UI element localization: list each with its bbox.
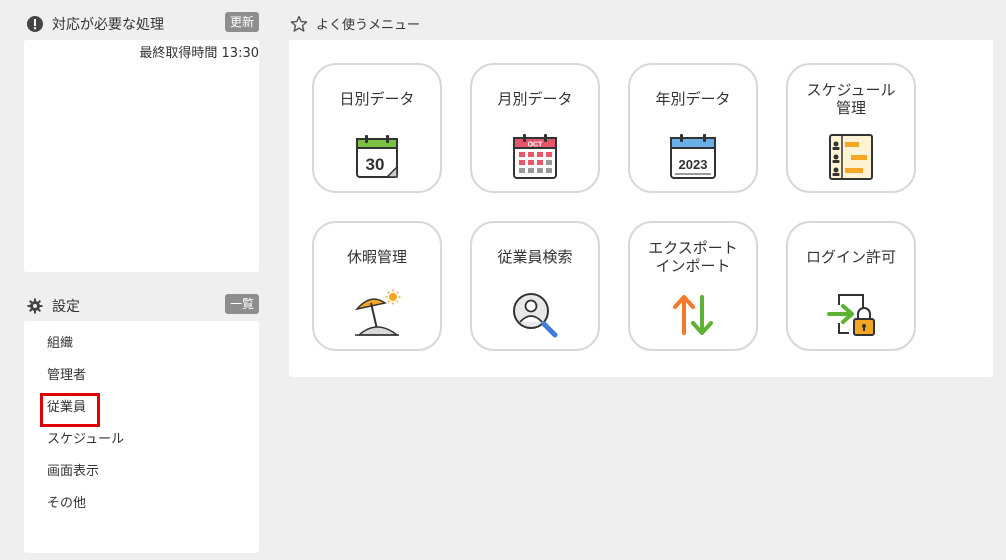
- star-icon: [290, 15, 308, 33]
- tile-daily-data[interactable]: 日別データ 30: [312, 63, 442, 193]
- vacation-icon: [354, 289, 401, 336]
- export-import-icon: [673, 295, 713, 335]
- login-permission-icon: [827, 294, 875, 336]
- tile-leave-management[interactable]: 休暇管理: [312, 221, 442, 351]
- last-fetched-time: 最終取得時間 13:30: [139, 46, 259, 61]
- exclamation-icon: [26, 15, 44, 33]
- tile-label: スケジュール 管理: [806, 81, 896, 117]
- tile-label: 年別データ: [655, 90, 731, 108]
- tile-yearly-data[interactable]: 年別データ 2023: [628, 63, 758, 193]
- highlight-box: [40, 393, 100, 427]
- calendar-day-number: 30: [366, 155, 385, 174]
- tile-label: 休暇管理: [346, 248, 407, 266]
- alerts-title: 対応が必要な処理: [52, 17, 164, 33]
- gear-icon: [26, 297, 44, 315]
- alerts-panel: 最終取得時間 13:30: [24, 40, 259, 272]
- employee-search-icon: [513, 293, 558, 338]
- calendar-year-icon: 2023: [670, 134, 716, 179]
- tile-login-permission[interactable]: ログイン許可: [786, 221, 916, 351]
- settings-title: 設定: [52, 299, 80, 315]
- tile-export-import[interactable]: エクスポート インポート: [628, 221, 758, 351]
- refresh-button[interactable]: 更新: [225, 12, 260, 32]
- tile-employee-search[interactable]: 従業員検索: [470, 221, 600, 351]
- tile-schedule-management[interactable]: スケジュール 管理: [786, 63, 916, 193]
- calendar-month-icon: OCT: [513, 134, 557, 179]
- tile-label: 従業員検索: [497, 248, 573, 266]
- tile-label: 日別データ: [339, 90, 415, 108]
- calendar-year-text: 2023: [679, 157, 708, 172]
- settings-panel-title: 設定: [26, 296, 80, 316]
- settings-item-administrator[interactable]: 管理者: [24, 360, 124, 392]
- settings-item-organization[interactable]: 組織: [24, 328, 124, 360]
- schedule-icon: [829, 134, 873, 180]
- alerts-panel-title: 対応が必要な処理: [26, 14, 164, 34]
- calendar-month-text: OCT: [528, 142, 544, 149]
- tile-label: エクスポート インポート: [648, 239, 738, 275]
- settings-item-schedule[interactable]: スケジュール: [24, 424, 124, 456]
- favorites-title: よく使うメニュー: [316, 18, 421, 33]
- tile-label: 月別データ: [497, 90, 573, 108]
- favorites-panel: 日別データ 30 月別データ OCT 年別データ 2023 スケジュール 管理 …: [289, 40, 993, 377]
- tile-label: ログイン許可: [805, 248, 896, 266]
- tile-monthly-data[interactable]: 月別データ OCT: [470, 63, 600, 193]
- calendar-day-icon: 30: [356, 135, 398, 178]
- list-button[interactable]: 一覧: [225, 294, 260, 314]
- favorites-panel-title: よく使うメニュー: [290, 14, 420, 33]
- settings-item-other[interactable]: その他: [24, 488, 124, 520]
- settings-item-display[interactable]: 画面表示: [24, 456, 124, 488]
